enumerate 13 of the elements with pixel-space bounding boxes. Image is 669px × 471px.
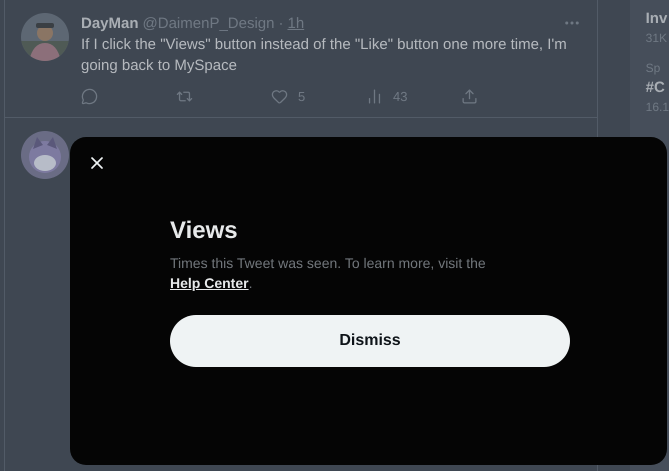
separator: · xyxy=(278,14,284,32)
dismiss-button[interactable]: Dismiss xyxy=(170,315,570,367)
trend-title[interactable]: Inv xyxy=(646,10,669,27)
help-center-link[interactable]: Help Center xyxy=(170,275,249,291)
dialog-title: Views xyxy=(170,217,239,245)
dialog-text: Times this Tweet was seen. To learn more, visit the Help Center. xyxy=(170,254,487,293)
reply-icon xyxy=(81,88,98,105)
trend-title[interactable]: #C xyxy=(646,79,669,96)
bar-chart-icon xyxy=(366,88,383,105)
tweet-text: If I click the "Views" button instead of the "Like" button one more time, I'm going back to MySpace xyxy=(81,35,568,76)
share-icon xyxy=(461,88,478,105)
heart-icon xyxy=(271,88,288,105)
user-name[interactable]: DayMan xyxy=(81,14,139,32)
